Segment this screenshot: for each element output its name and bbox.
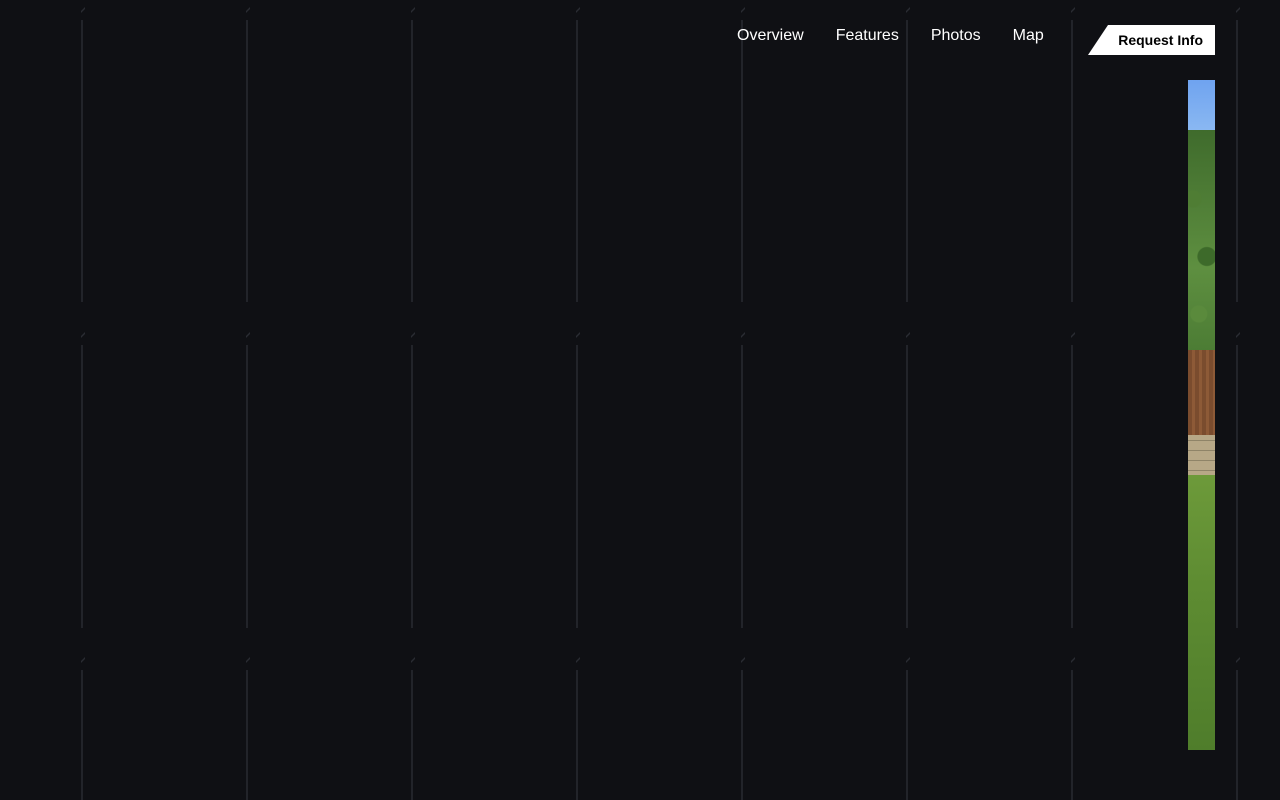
grid-tick — [906, 657, 910, 663]
grid-tick — [576, 7, 580, 13]
grid-line — [246, 345, 248, 628]
grid-line — [576, 670, 578, 800]
nav-link-overview[interactable]: Overview — [737, 26, 804, 46]
grid-tick — [741, 332, 745, 338]
request-info-label: Request Info — [1118, 32, 1203, 48]
grid-line — [1071, 670, 1073, 800]
grid-tick — [411, 7, 415, 13]
grid-line — [1236, 345, 1238, 628]
grid-line — [741, 670, 743, 800]
main-nav: Overview Features Photos Map — [737, 26, 1044, 46]
nav-link-map[interactable]: Map — [1013, 26, 1044, 46]
grid-line — [741, 345, 743, 628]
grid-line — [576, 345, 578, 628]
grid-line — [1071, 20, 1073, 302]
photo-lawn — [1188, 475, 1215, 750]
grid-line — [411, 345, 413, 628]
grid-line — [906, 670, 908, 800]
grid-tick — [1071, 332, 1075, 338]
grid-tick — [906, 332, 910, 338]
grid-tick — [1071, 657, 1075, 663]
yard-photo[interactable] — [1188, 80, 1215, 750]
grid-line — [81, 345, 83, 628]
grid-line — [411, 20, 413, 302]
grid-tick — [1236, 332, 1240, 338]
photo-trees — [1188, 130, 1215, 360]
grid-tick — [411, 657, 415, 663]
grid-tick — [576, 657, 580, 663]
grid-line — [906, 20, 908, 302]
grid-tick — [906, 7, 910, 13]
grid-tick — [1236, 657, 1240, 663]
grid-line — [741, 20, 743, 302]
grid-line — [1236, 670, 1238, 800]
grid-tick — [81, 7, 85, 13]
grid-line — [411, 670, 413, 800]
grid-line — [246, 670, 248, 800]
grid-tick — [741, 7, 745, 13]
grid-tick — [246, 7, 250, 13]
grid-tick — [741, 657, 745, 663]
page: Overview Features Photos Map Request Inf… — [0, 0, 1280, 800]
grid-tick — [81, 332, 85, 338]
photo-retaining-wall — [1188, 435, 1215, 480]
grid-line — [81, 670, 83, 800]
grid-tick — [1071, 7, 1075, 13]
grid-line — [906, 345, 908, 628]
grid-tick — [81, 657, 85, 663]
grid-line — [576, 20, 578, 302]
photo-fence — [1188, 350, 1215, 440]
nav-link-photos[interactable]: Photos — [931, 26, 981, 46]
grid-tick — [1236, 7, 1240, 13]
grid-line — [1071, 345, 1073, 628]
grid-line — [81, 20, 83, 302]
nav-link-features[interactable]: Features — [836, 26, 899, 46]
grid-tick — [246, 332, 250, 338]
grid-tick — [576, 332, 580, 338]
request-info-button[interactable]: Request Info — [1088, 25, 1215, 55]
grid-line — [246, 20, 248, 302]
grid-tick — [411, 332, 415, 338]
grid-line — [1236, 20, 1238, 302]
grid-tick — [246, 657, 250, 663]
